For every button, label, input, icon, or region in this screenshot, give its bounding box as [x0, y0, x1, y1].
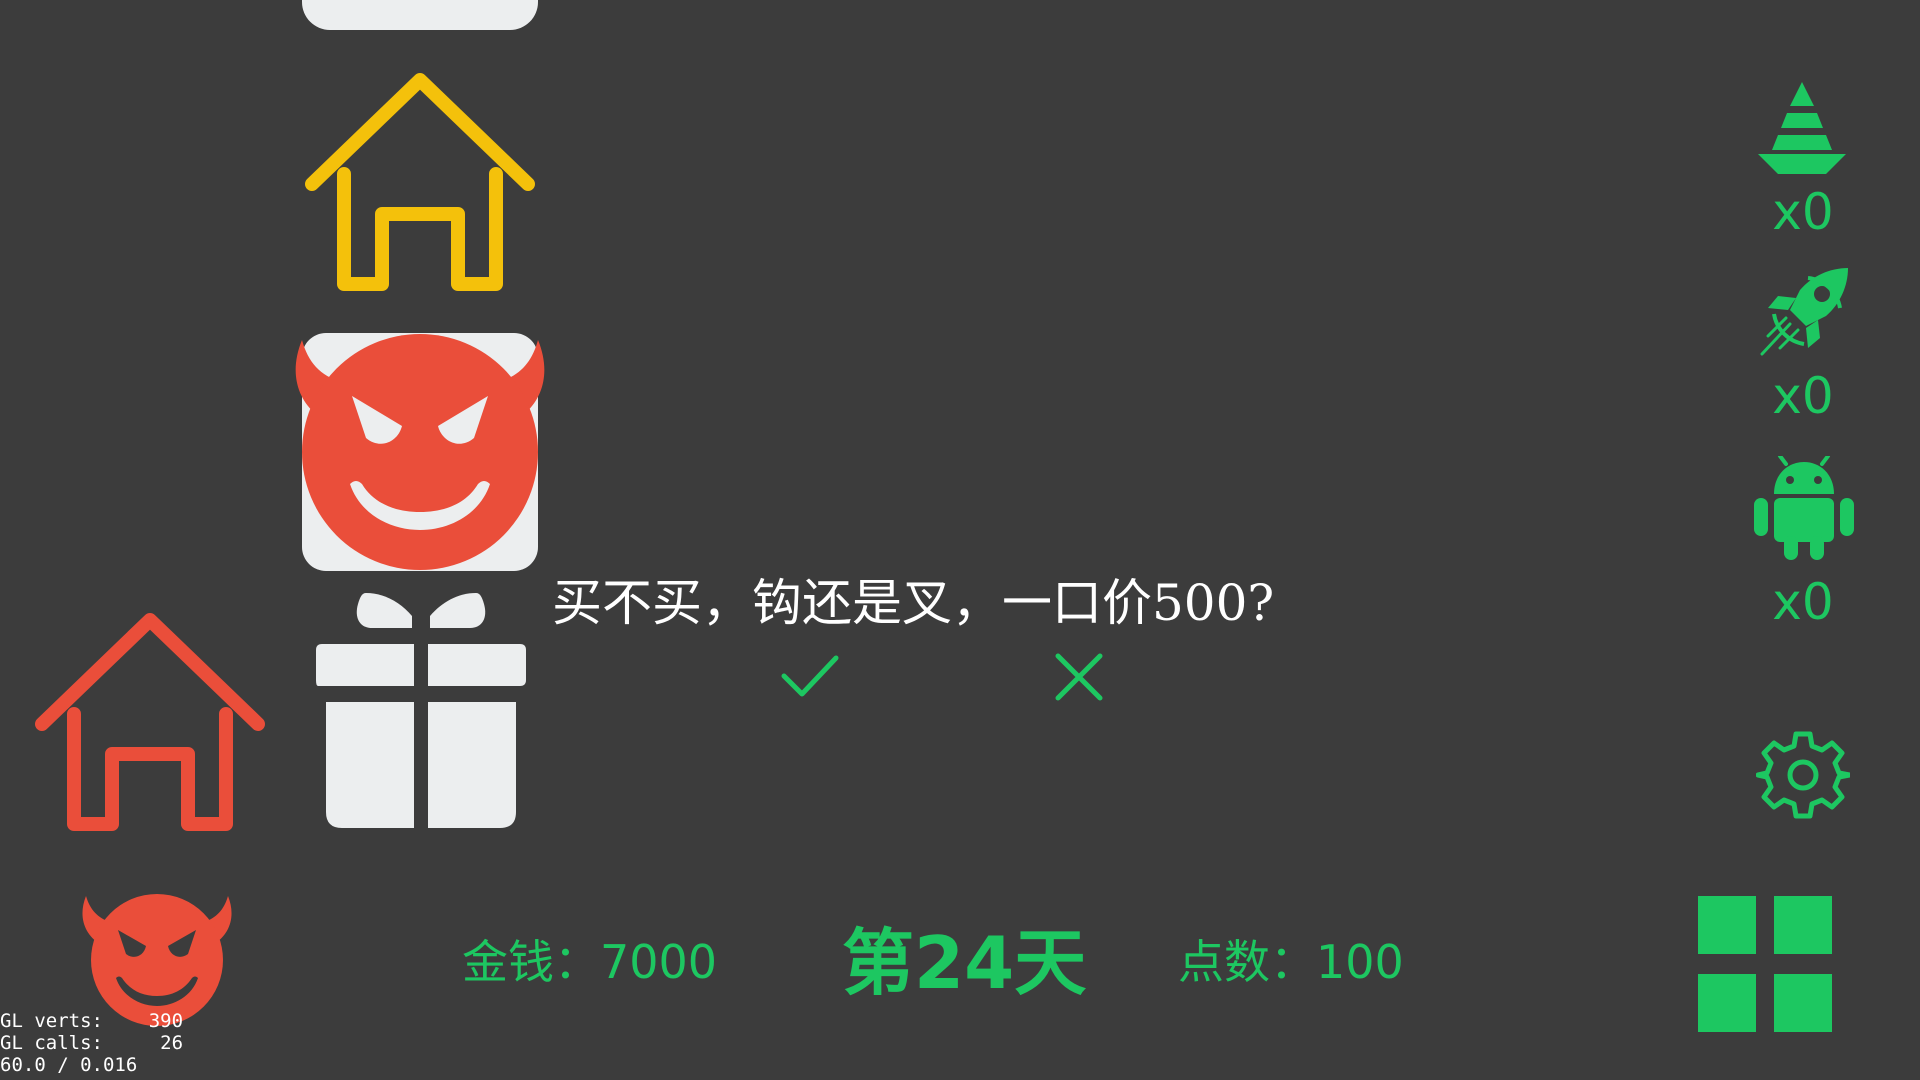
house-icon-yellow — [305, 73, 535, 291]
house-icon-red — [35, 613, 265, 831]
rocket-icon[interactable] — [1760, 266, 1850, 356]
devil-face-icon — [295, 334, 545, 570]
gift-icon — [316, 593, 526, 828]
rocket-count: x0 — [1772, 367, 1834, 425]
grid-icon[interactable] — [1696, 896, 1836, 1032]
dialog-question: 买不买，钩还是叉，一口价500? — [552, 574, 1275, 632]
cone-count: x0 — [1772, 183, 1834, 241]
devil-face-icon-small — [82, 894, 232, 1026]
money-label: 金钱：7000 — [462, 935, 718, 989]
day-counter: 第24天 — [842, 921, 1087, 1005]
debug-overlay: GL verts: 390 GL calls: 26 60.0 / 0.016 — [0, 1010, 184, 1076]
android-count: x0 — [1772, 573, 1834, 631]
check-icon[interactable] — [780, 652, 840, 700]
gear-icon[interactable] — [1756, 728, 1850, 822]
cross-icon[interactable] — [1054, 652, 1104, 702]
points-label: 点数：100 — [1178, 935, 1404, 989]
card-tile — [302, 0, 538, 30]
android-icon[interactable] — [1752, 456, 1856, 560]
traffic-cone-icon[interactable] — [1754, 80, 1850, 180]
